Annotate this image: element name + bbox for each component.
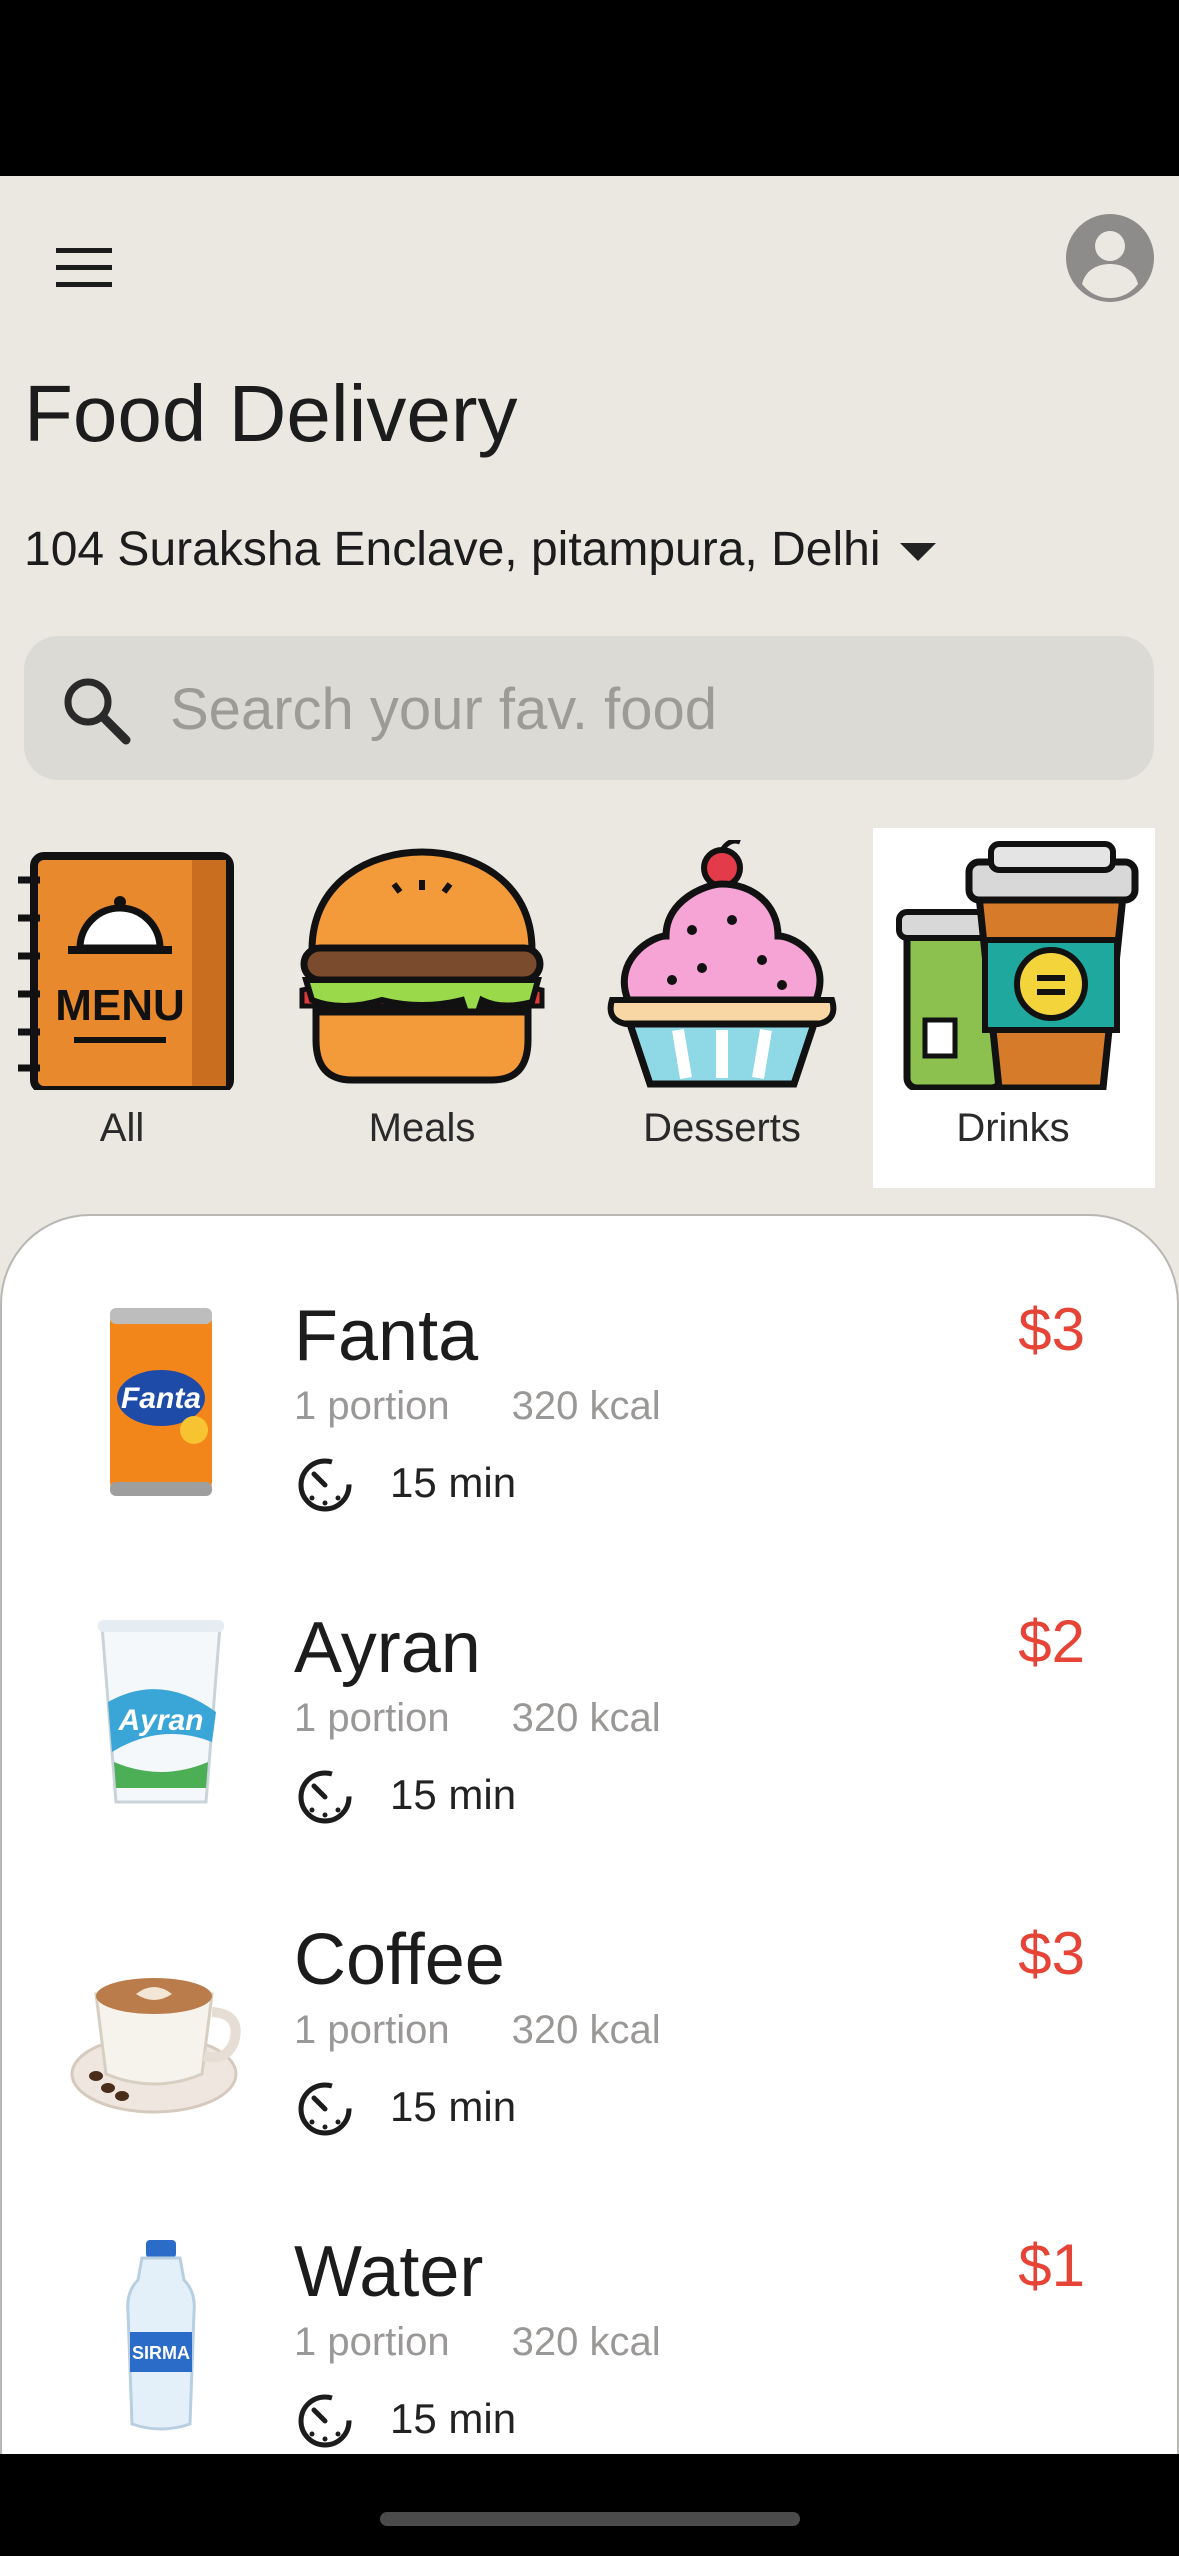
item-meta: 1 portion 320 kcal <box>294 1384 661 1429</box>
item-price: $1 <box>1018 2232 1085 2299</box>
coffee-cups-icon <box>896 841 1139 1090</box>
svg-text:Fanta: Fanta <box>121 1382 201 1415</box>
item-name: Fanta <box>294 1296 479 1376</box>
item-time-text: 15 min <box>390 1771 517 1818</box>
item-name: Ayran <box>294 1608 481 1688</box>
burger-icon <box>299 848 545 1084</box>
item-portion: 1 portion <box>294 2008 450 2052</box>
item-time-text: 15 min <box>390 2395 517 2442</box>
item-time: 15 min <box>294 1764 516 1826</box>
status-bar <box>0 0 1179 176</box>
item-price: $3 <box>1018 1296 1085 1363</box>
category-all[interactable]: MENU All <box>0 828 262 1188</box>
category-label: Meals <box>368 1106 476 1150</box>
svg-text:MENU: MENU <box>55 981 185 1030</box>
menu-book-icon: MENU <box>18 852 234 1090</box>
list-item[interactable]: Coffee 1 portion 320 kcal 15 min $3 <box>2 1884 1179 2194</box>
item-name: Coffee <box>294 1920 505 2000</box>
hamburger-icon <box>56 248 112 287</box>
item-price: $2 <box>1018 1608 1085 1675</box>
coffee-cup-icon <box>70 1978 241 2114</box>
item-meta: 1 portion 320 kcal <box>294 1696 661 1741</box>
ayran-cup-icon: Ayran <box>98 1620 224 1804</box>
profile-avatar-icon[interactable] <box>1066 214 1154 302</box>
category-drinks[interactable]: Drinks <box>873 828 1155 1188</box>
item-price: $3 <box>1018 1920 1085 1987</box>
item-time: 15 min <box>294 2388 516 2450</box>
search-bar[interactable] <box>24 636 1154 780</box>
item-portion: 1 portion <box>294 1696 450 1740</box>
system-nav-bar <box>0 2454 1179 2556</box>
list-item[interactable]: Fanta Fanta 1 portion 320 kcal 15 min $3 <box>2 1260 1179 1570</box>
timer-icon <box>298 2394 352 2448</box>
category-desserts[interactable]: Desserts <box>582 828 862 1188</box>
hamburger-menu-button[interactable] <box>52 236 116 300</box>
items-sheet: Fanta Fanta 1 portion 320 kcal 15 min $3 … <box>0 1214 1179 2454</box>
item-time-text: 15 min <box>390 2083 517 2130</box>
list-item[interactable]: Ayran Ayran 1 portion 320 kcal 15 min $2 <box>2 1572 1179 1882</box>
list-item[interactable]: SIRMA Water 1 portion 320 kcal 15 min $1 <box>2 2196 1179 2454</box>
water-bottle-icon: SIRMA <box>126 2240 196 2431</box>
category-label: Desserts <box>643 1106 801 1150</box>
timer-icon <box>298 1458 352 1512</box>
page-title: Food Delivery <box>24 369 518 458</box>
item-kcal: 320 kcal <box>511 1696 661 1740</box>
item-portion: 1 portion <box>294 1384 450 1428</box>
item-time-text: 15 min <box>390 1459 517 1506</box>
item-kcal: 320 kcal <box>511 2008 661 2052</box>
app-screen: Food Delivery 104 Suraksha Enclave, pita… <box>0 176 1179 2454</box>
search-input[interactable] <box>168 658 1122 760</box>
svg-text:SIRMA: SIRMA <box>132 2343 190 2363</box>
category-label: Drinks <box>956 1106 1070 1150</box>
item-time: 15 min <box>294 1452 516 1514</box>
cupcake-icon <box>607 840 837 1088</box>
item-kcal: 320 kcal <box>511 2320 661 2364</box>
item-portion: 1 portion <box>294 2320 450 2364</box>
item-meta: 1 portion 320 kcal <box>294 2320 661 2365</box>
category-label: All <box>99 1106 145 1150</box>
timer-icon <box>298 2082 352 2136</box>
dropdown-caret-icon <box>900 542 937 561</box>
item-meta: 1 portion 320 kcal <box>294 2008 661 2053</box>
item-name: Water <box>294 2232 484 2312</box>
search-icon <box>64 678 131 745</box>
item-time: 15 min <box>294 2076 516 2138</box>
item-kcal: 320 kcal <box>511 1384 661 1428</box>
address-selector[interactable]: 104 Suraksha Enclave, pitampura, Delhi <box>24 522 937 577</box>
address-text: 104 Suraksha Enclave, pitampura, Delhi <box>24 523 881 576</box>
svg-text:Ayran: Ayran <box>117 1704 203 1737</box>
fanta-can-icon: Fanta <box>110 1308 212 1496</box>
home-indicator[interactable] <box>380 2512 800 2526</box>
category-meals[interactable]: Meals <box>282 828 562 1188</box>
timer-icon <box>298 1770 352 1824</box>
